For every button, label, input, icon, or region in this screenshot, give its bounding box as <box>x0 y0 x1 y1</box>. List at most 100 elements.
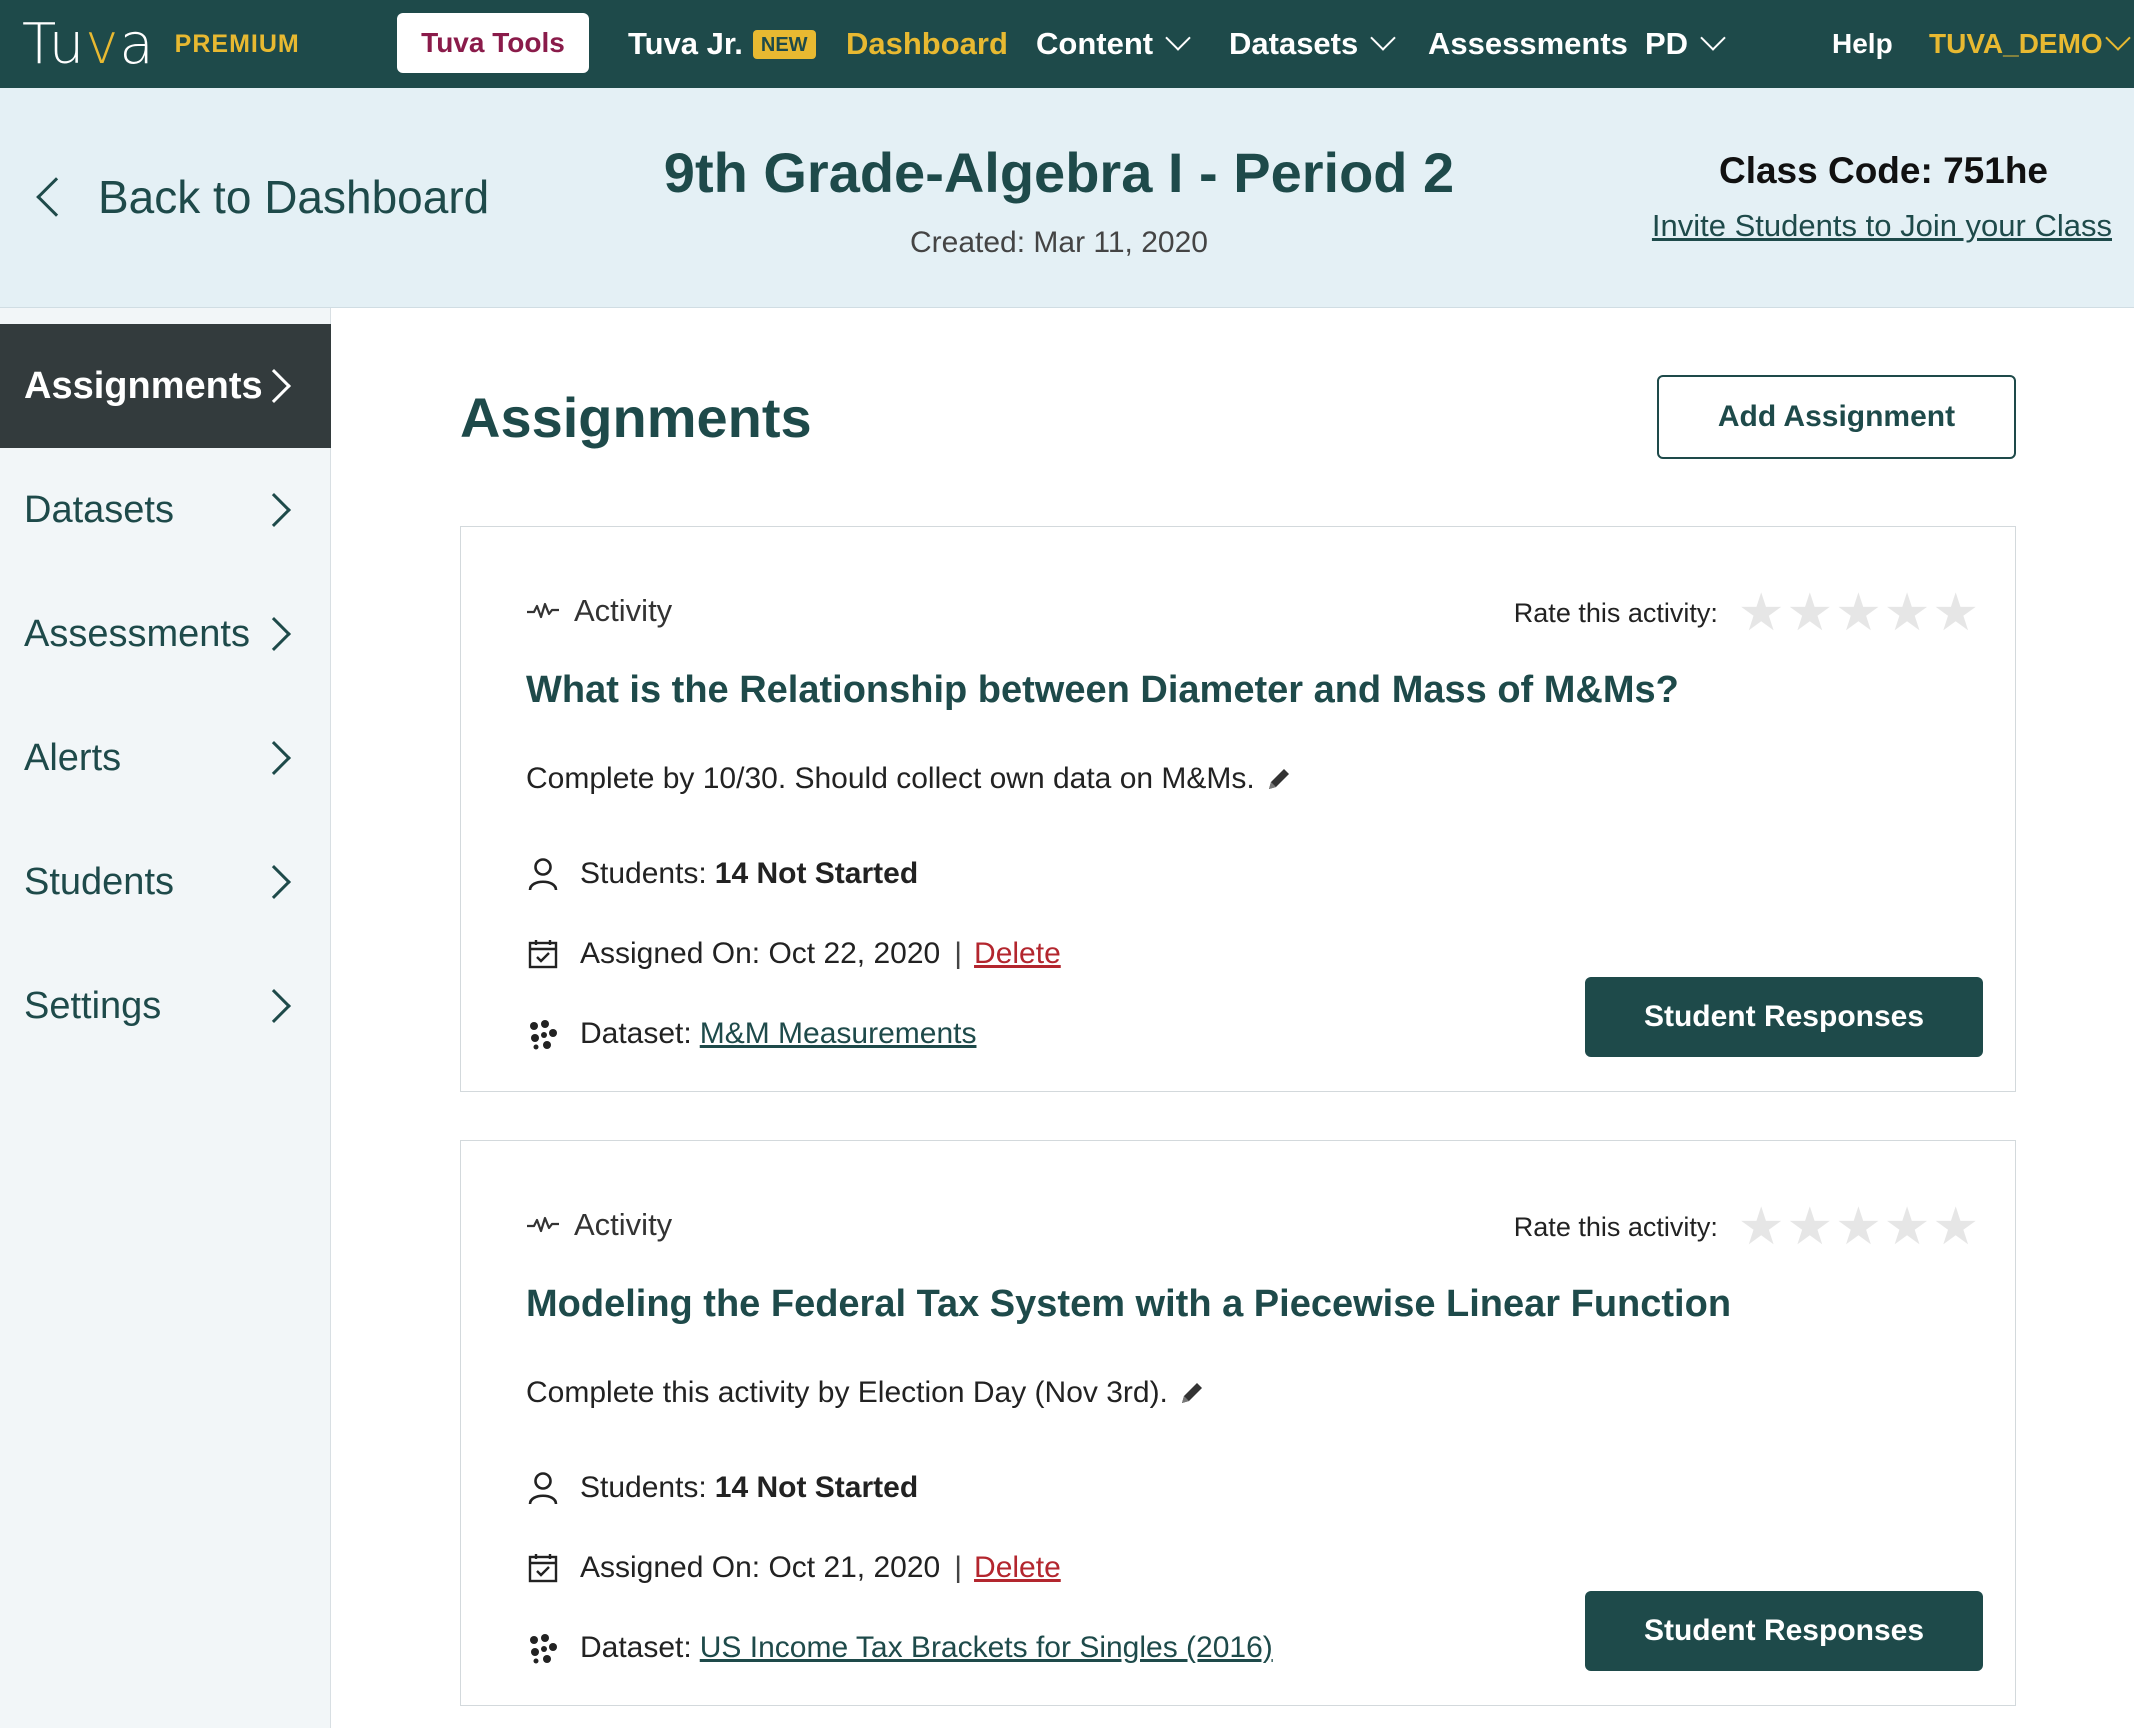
chevron-down-icon <box>2104 25 2131 51</box>
tuva-tools-button[interactable]: Tuva Tools <box>397 13 589 73</box>
nav-assessments[interactable]: Assessments <box>1428 0 1628 88</box>
star-icon[interactable]: ★ <box>1884 587 1931 639</box>
star-icon[interactable]: ★ <box>1738 587 1785 639</box>
separator: | <box>954 1551 963 1584</box>
activity-icon <box>527 602 559 619</box>
nav-help[interactable]: Help <box>1832 0 1893 88</box>
star-icon[interactable]: ★ <box>1932 587 1979 639</box>
dataset-link[interactable]: M&M Measurements <box>700 1017 977 1051</box>
rate-label: Rate this activity: <box>1513 597 1718 628</box>
students-value: 14 Not Started <box>714 857 919 890</box>
star-icon[interactable]: ★ <box>1884 1201 1931 1253</box>
star-rating[interactable]: ★ ★ ★ ★ ★ <box>1736 587 1979 639</box>
rating: Rate this activity: ★ ★ ★ ★ ★ <box>1514 587 1979 639</box>
dataset-dots-icon <box>530 1634 557 1664</box>
logo-wordmark: Tuva <box>22 11 155 77</box>
dataset-link[interactable]: US Income Tax Brackets for Singles (2016… <box>700 1631 1273 1665</box>
sidebar-item-label: Datasets <box>24 488 174 531</box>
add-assignment-button[interactable]: Add Assignment <box>1657 375 2016 459</box>
students-status: Students: 14 Not Started <box>526 1471 918 1505</box>
separator: | <box>954 937 963 970</box>
chevron-right-icon <box>257 617 291 651</box>
card-type-label: Activity <box>574 1207 673 1242</box>
dataset-label: Dataset: <box>580 1017 692 1050</box>
chevron-down-icon <box>1370 25 1396 51</box>
page-title: Assignments <box>460 386 812 449</box>
sidebar-item-label: Assignments <box>24 364 263 407</box>
students-status: Students: 14 Not Started <box>526 857 918 891</box>
nav-datasets-label: Datasets <box>1229 26 1359 61</box>
assigned-on: Assigned On: Oct 21, 2020 | Delete <box>526 1551 1061 1585</box>
assignment-note-text: Complete by 10/30. Should collect own da… <box>526 762 1255 795</box>
assigned-on-label: Assigned On: Oct 21, 2020 <box>580 1551 941 1584</box>
student-responses-button[interactable]: Student Responses <box>1585 977 1983 1057</box>
assignment-card: Activity Rate this activity: ★ ★ ★ ★ ★ M… <box>460 1140 2016 1706</box>
students-label: Students: <box>580 1471 707 1504</box>
tuva-logo[interactable]: Tuva PREMIUM <box>22 10 300 78</box>
rate-label: Rate this activity: <box>1513 1211 1718 1242</box>
nav-tuva-jr[interactable]: Tuva Jr. NEW <box>628 0 816 88</box>
assignment-card: Activity Rate this activity: ★ ★ ★ ★ ★ W… <box>460 526 2016 1092</box>
nav-tuva-jr-label: Tuva Jr. <box>628 26 743 61</box>
chevron-right-icon <box>257 989 291 1023</box>
user-icon <box>528 858 558 891</box>
card-type: Activity <box>526 593 672 629</box>
assignment-title-link[interactable]: Modeling the Federal Tax System with a P… <box>526 1283 1731 1326</box>
sidebar-item-students[interactable]: Students <box>0 820 331 944</box>
assigned-on-label: Assigned On: Oct 22, 2020 <box>580 937 941 970</box>
star-icon[interactable]: ★ <box>1835 1201 1882 1253</box>
sidebar-item-settings[interactable]: Settings <box>0 944 331 1068</box>
user-menu[interactable]: TUVA_DEMO <box>1929 0 2131 88</box>
rating: Rate this activity: ★ ★ ★ ★ ★ <box>1514 1201 1979 1253</box>
nav-dashboard[interactable]: Dashboard <box>846 0 1008 88</box>
student-responses-button[interactable]: Student Responses <box>1585 1591 1983 1671</box>
calendar-check-icon <box>528 940 558 969</box>
user-name: TUVA_DEMO <box>1929 28 2103 59</box>
assignment-note: Complete this activity by Election Day (… <box>526 1376 1206 1410</box>
star-icon[interactable]: ★ <box>1787 1201 1834 1253</box>
star-icon[interactable]: ★ <box>1738 1201 1785 1253</box>
chevron-down-icon <box>1165 25 1191 51</box>
delete-link[interactable]: Delete <box>974 937 1061 971</box>
star-icon[interactable]: ★ <box>1835 587 1882 639</box>
delete-link[interactable]: Delete <box>974 1551 1061 1585</box>
pencil-icon[interactable] <box>1178 1379 1206 1407</box>
assigned-on: Assigned On: Oct 22, 2020 | Delete <box>526 937 1061 971</box>
chevron-right-icon <box>257 493 291 527</box>
nav-content-label: Content <box>1036 26 1154 61</box>
sidebar-item-assignments[interactable]: Assignments <box>0 324 331 448</box>
nav-pd[interactable]: PD <box>1645 0 1726 88</box>
nav-datasets[interactable]: Datasets <box>1229 0 1396 88</box>
sidebar-item-label: Settings <box>24 984 162 1027</box>
assignment-note-text: Complete this activity by Election Day (… <box>526 1376 1168 1409</box>
new-badge: NEW <box>752 29 816 59</box>
sidebar-item-label: Alerts <box>24 736 122 779</box>
nav-content[interactable]: Content <box>1036 0 1191 88</box>
card-type: Activity <box>526 1207 672 1243</box>
pencil-icon[interactable] <box>1265 765 1293 793</box>
sidebar-item-assessments[interactable]: Assessments <box>0 572 331 696</box>
assignment-title-link[interactable]: What is the Relationship between Diamete… <box>526 669 1679 712</box>
sidebar: Assignments Datasets Assessments Alerts … <box>0 308 331 1728</box>
chevron-right-icon <box>257 741 291 775</box>
star-icon[interactable]: ★ <box>1787 587 1834 639</box>
students-label: Students: <box>580 857 707 890</box>
star-rating[interactable]: ★ ★ ★ ★ ★ <box>1736 1201 1979 1253</box>
dataset-dots-icon <box>530 1020 557 1050</box>
sidebar-item-alerts[interactable]: Alerts <box>0 696 331 820</box>
card-type-label: Activity <box>574 593 673 628</box>
activity-icon <box>527 1216 559 1233</box>
sidebar-item-label: Students <box>24 860 174 903</box>
top-navigation: Tuva PREMIUM Tuva Tools Tuva Jr. NEW Das… <box>0 0 2134 88</box>
premium-label: PREMIUM <box>174 29 300 58</box>
invite-students-link[interactable]: Invite Students to Join your Class <box>1652 208 2112 244</box>
dataset-label: Dataset: <box>580 1631 692 1664</box>
students-value: 14 Not Started <box>714 1471 919 1504</box>
sidebar-item-label: Assessments <box>24 612 250 655</box>
calendar-check-icon <box>528 1554 558 1583</box>
dataset-info: Dataset: M&M Measurements <box>526 1017 976 1051</box>
class-code: Class Code: 751he <box>1718 150 2048 191</box>
sidebar-item-datasets[interactable]: Datasets <box>0 448 331 572</box>
user-icon <box>528 1472 558 1505</box>
star-icon[interactable]: ★ <box>1932 1201 1979 1253</box>
